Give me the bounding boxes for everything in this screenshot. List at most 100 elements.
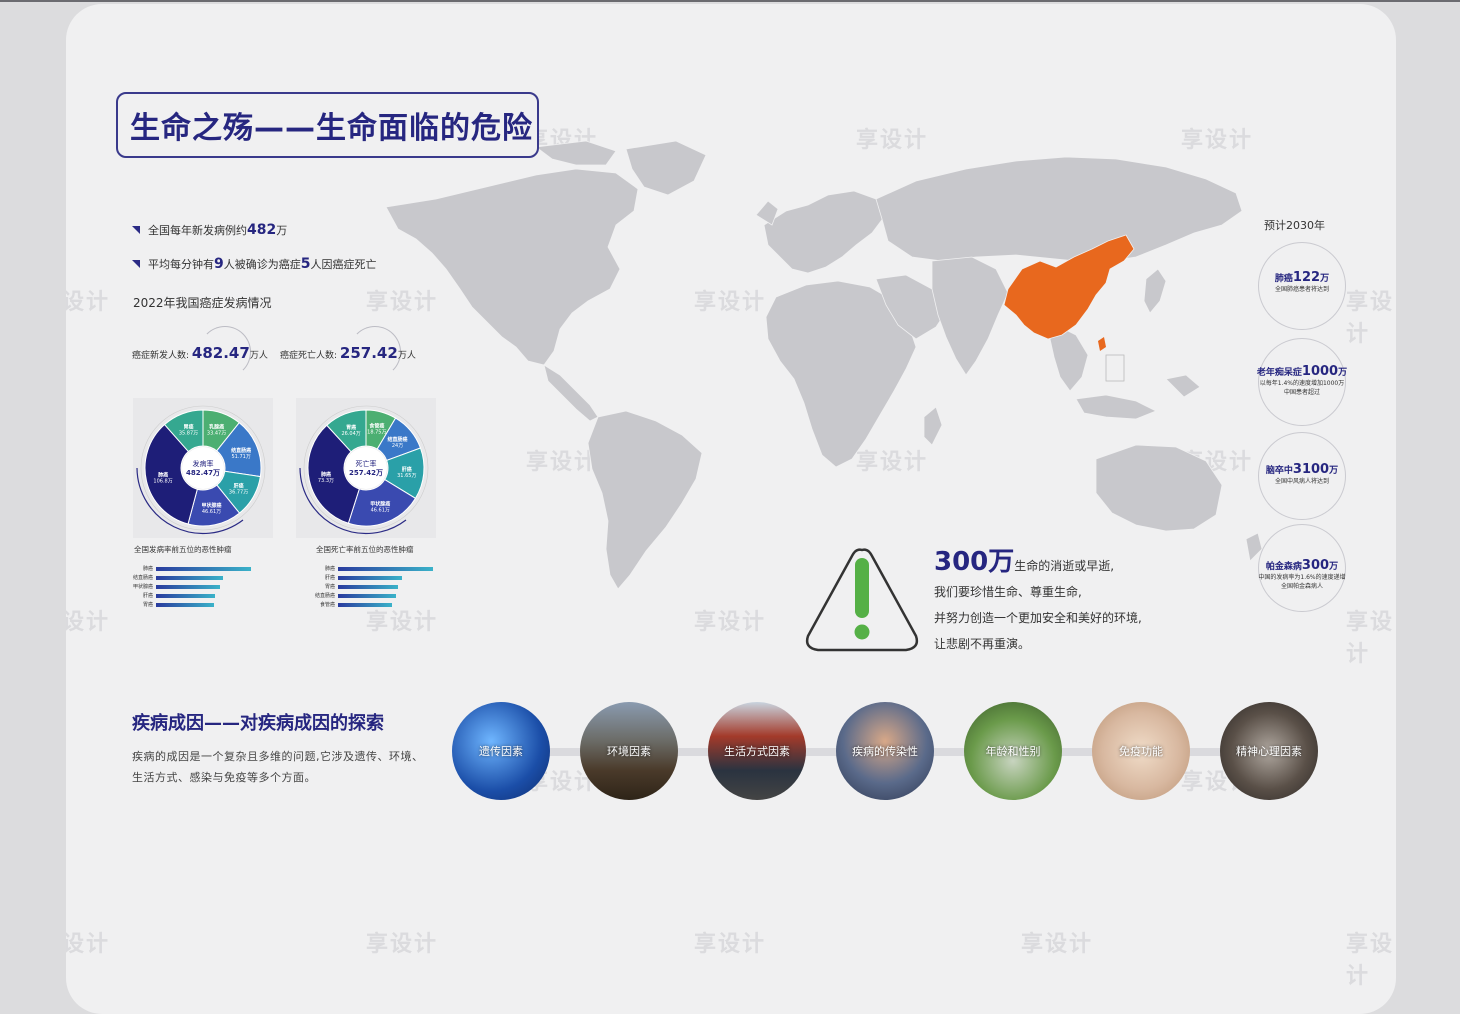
causes-description: 疾病的成因是一个复杂且多维的问题,它涉及遗传、环境、生活方式、感染与免疫等多个方… (132, 750, 424, 784)
bar-row: 结直肠癌 (128, 573, 251, 582)
watermark: 享设计 (694, 932, 767, 957)
center-label: 死亡率 (356, 459, 377, 468)
cause-immunity[interactable]: 免疫功能 (1092, 702, 1190, 800)
cause-lifestyle[interactable]: 生活方式因素 (708, 702, 806, 800)
watermark: 享设计 (66, 610, 111, 635)
slice-label: 结直肠癌 (231, 447, 251, 454)
mortality-donut-chart: 食管癌18.75万结直肠癌24万肝癌31.65万甲状腺癌46.61万 肺癌73.3… (299, 405, 429, 535)
top-border (0, 0, 1460, 2)
bar-label: 结直肠癌 (132, 575, 153, 581)
bar (338, 602, 393, 607)
slice-label: 甲状腺癌 (370, 500, 390, 507)
mortality-donut-panel: 食管癌 18.75万 结直肠癌 24万 肝癌 31.65万 甲状腺癌 46.61万 肺癌 73.3… (296, 398, 436, 538)
slice-label: 胃癌 (183, 424, 193, 431)
bar-row: 胃癌 (310, 582, 433, 591)
slice-label: 肝癌 (402, 466, 412, 473)
watermark: 享设计 (1346, 610, 1395, 667)
slice-label: 肺癌 (321, 471, 331, 478)
cause-genetic[interactable]: 遗传因素 (452, 702, 550, 800)
slice-label: 肺癌 (158, 471, 168, 478)
watermark: 享设计 (1346, 932, 1395, 989)
forecast-parkinsons: 帕金森病300万 中国的发病率为1.6%的速度递增 全国帕金森病人 (1252, 524, 1352, 612)
triangle-bullet-icon (132, 226, 140, 234)
slice-label: 胃癌 (346, 424, 356, 431)
section-subhead: 2022年我国癌症发病情况 (133, 296, 272, 310)
bar (338, 584, 398, 589)
deaths-figure: 300万 (934, 547, 1015, 577)
bar (156, 575, 223, 580)
donut-center (345, 447, 387, 489)
slice-value: 24万 (392, 443, 403, 449)
bar-label: 肝癌 (142, 593, 153, 599)
bar (156, 593, 215, 598)
mortality-caption: 全国死亡率前五位的恶性肿瘤 (316, 545, 414, 554)
bar-row: 肝癌 (310, 573, 433, 582)
warning-icon (805, 548, 919, 652)
watermark: 享设计 (1021, 932, 1094, 957)
slice-label: 乳腺癌 (209, 423, 224, 430)
bar-label: 肺癌 (142, 566, 153, 572)
world-map (385, 140, 1263, 590)
warning-message: 300万生命的消逝或早逝, 我们要珍惜生命、尊重生命, 并努力创造一个更加安全和… (934, 547, 1142, 651)
slice-value: 18.75万 (367, 429, 386, 435)
mortality-bar-chart: 肺癌肝癌胃癌结直肠癌食管癌 (310, 564, 433, 609)
triangle-bullet-icon (132, 260, 140, 268)
forecast-lung-cancer: 肺癌122万 全国肺癌患者将达到 (1252, 242, 1352, 330)
watermark: 享设计 (66, 290, 111, 315)
bar (156, 584, 220, 589)
incidence-bar-chart: 肺癌结直肠癌 甲状腺癌肝癌胃癌 (128, 564, 251, 609)
cause-contagion[interactable]: 疾病的传染性 (836, 702, 934, 800)
bar (156, 566, 251, 571)
slice-label: 结直肠癌 (388, 436, 408, 443)
bar-row: 胃癌 (128, 600, 251, 609)
bar (338, 566, 433, 571)
slice-value: 73.3万 (318, 478, 334, 484)
slice-value: 51.71万 (232, 454, 251, 460)
slice-value: 26.04万 (341, 431, 360, 437)
watermark: 享设计 (66, 932, 111, 957)
slice-value: 33.47万 (207, 430, 226, 436)
forecast-title: 预计2030年 (1264, 219, 1325, 232)
bar-row: 甲状腺癌 (128, 582, 251, 591)
bar-label: 肝癌 (324, 575, 335, 581)
watermark: 享设计 (694, 610, 767, 635)
bar-row: 结直肠癌 (310, 591, 433, 600)
cause-environment[interactable]: 环境因素 (580, 702, 678, 800)
bar-label: 结直肠癌 (314, 593, 335, 599)
bar-label: 胃癌 (324, 584, 335, 590)
page-title-box: 生命之殇——生命面临的危险 (116, 92, 539, 158)
stat-line-1: 全国每年新发病例约 482 万 (132, 222, 287, 238)
watermark: 享设计 (366, 932, 439, 957)
slice-value: 106.8万 (153, 478, 172, 484)
slice-value: 35.87万 (179, 431, 198, 437)
center-label: 发病率 (193, 459, 214, 468)
donut-center (182, 447, 224, 489)
incidence-donut-panel: 乳腺癌 33.47万 结直肠癌 51.71万 肝癌 36.77万 甲状腺癌 46.61万 肺癌 1… (133, 398, 273, 538)
main-panel: 享设计 享设计 享设计 享设计 享设计 享设计 享设计 享设计 享设计 享设计 … (66, 4, 1396, 1014)
bar (156, 602, 215, 607)
slice-label: 食管癌 (369, 422, 384, 429)
forecast-stroke: 脑卒中3100万 全国中风病人将达到 (1252, 432, 1352, 520)
incidence-caption: 全国发病率前五位的恶性肿瘤 (134, 545, 232, 554)
forecast-alzheimers: 老年痴呆症1000万 以每年1.4%的速度增加1000万 中国患者超过 (1252, 338, 1352, 426)
page-title: 生命之殇——生命面临的危险 (130, 111, 533, 146)
bar (338, 593, 396, 598)
center-value: 257.42万 (349, 469, 383, 477)
cause-age-gender[interactable]: 年龄和性别 (964, 702, 1062, 800)
bar-row: 肺癌 (128, 564, 251, 573)
bar-row: 肝癌 (128, 591, 251, 600)
bar-row: 肺癌 (310, 564, 433, 573)
watermark: 享设计 (1346, 290, 1395, 347)
bar-label: 食管癌 (319, 602, 335, 608)
new-cases-count: 癌症新发人数: 482.47万人 (132, 344, 268, 362)
causes-title: 疾病成因——对疾病成因的探索 (132, 713, 384, 734)
slice-value: 36.77万 (229, 489, 248, 495)
bar-label: 肺癌 (324, 566, 335, 572)
slice-value: 46.61万 (202, 509, 221, 515)
slice-label: 甲状腺癌 (202, 502, 222, 509)
cause-mental[interactable]: 精神心理因素 (1220, 702, 1318, 800)
bar-label: 胃癌 (142, 602, 153, 608)
deaths-count: 癌症死亡人数: 257.42万人 (280, 344, 416, 362)
bar (338, 575, 402, 580)
incidence-donut-chart: 乳腺癌33.47万结直肠癌51.71万肝癌36.77万甲状腺癌46.61万 肺癌1… (136, 405, 266, 535)
